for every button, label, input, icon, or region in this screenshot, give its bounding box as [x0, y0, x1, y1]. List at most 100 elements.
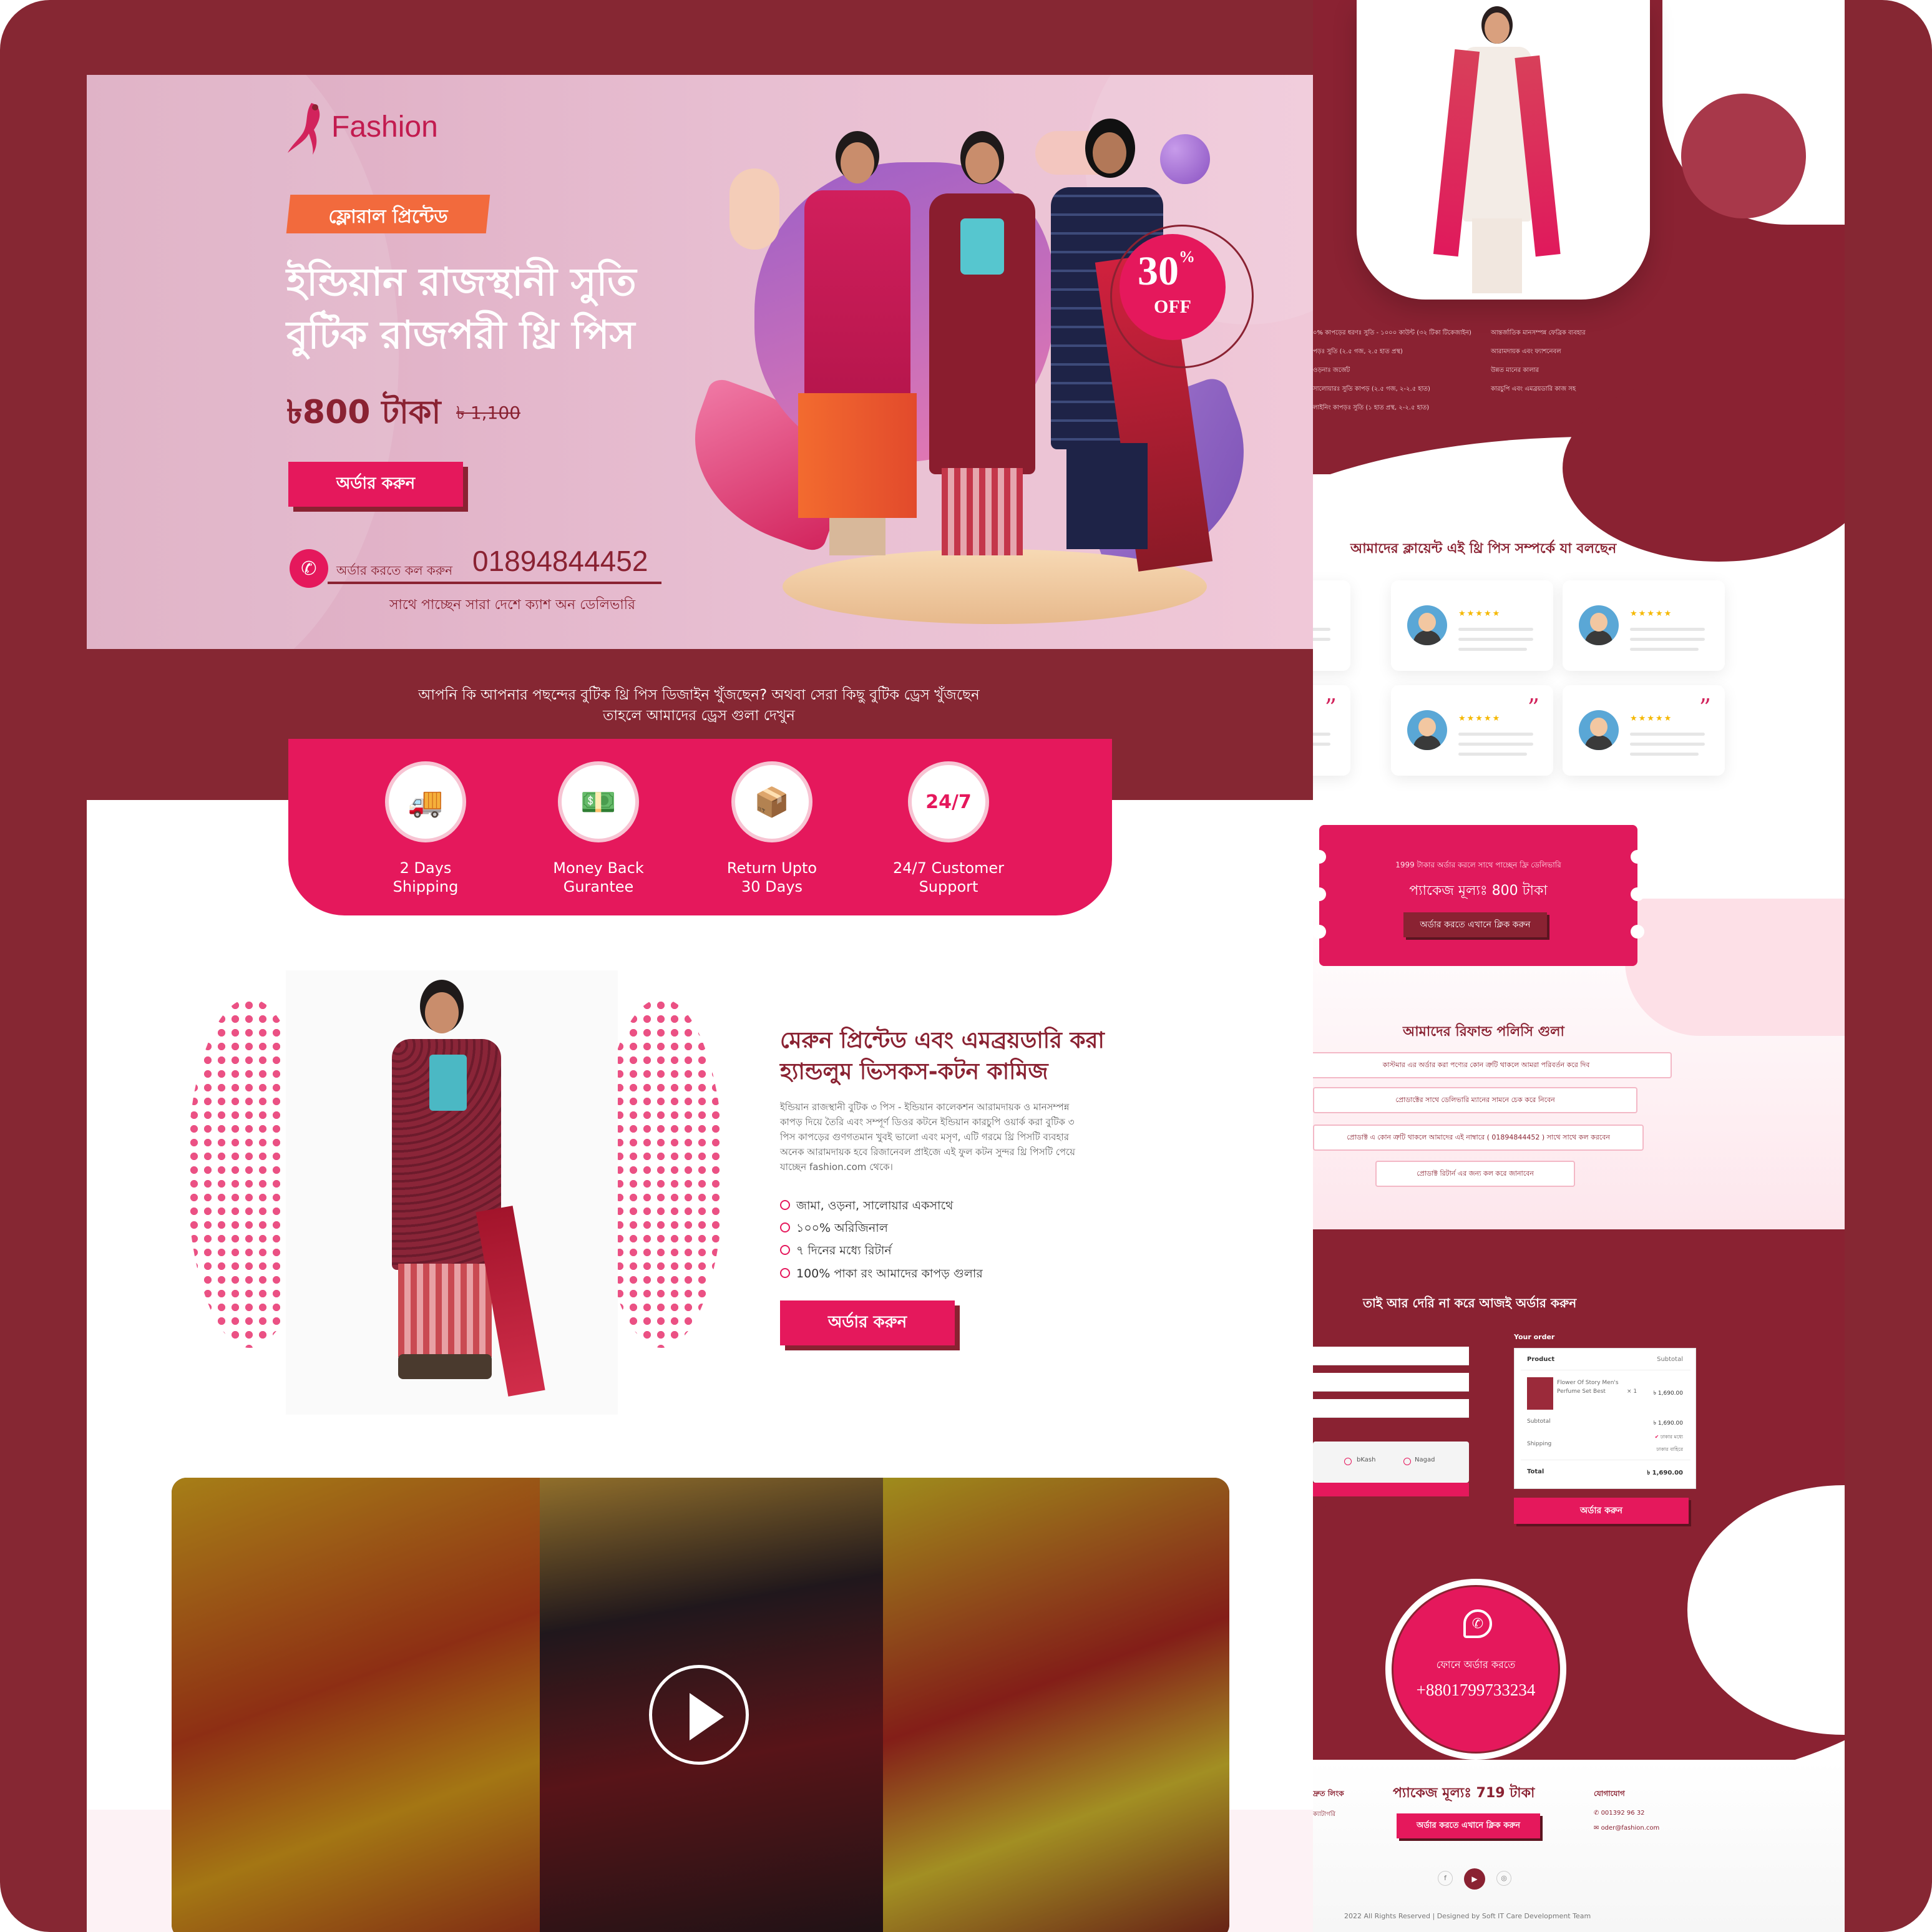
discount-off: OFF: [1154, 296, 1191, 317]
pay-nagad-label: Nagad: [1415, 1456, 1435, 1463]
check-icon: ✔: [1654, 1434, 1661, 1440]
hero-price: ৳800 টাকা: [286, 394, 441, 431]
item-price: ৳ 1,690.00: [1653, 1390, 1683, 1397]
feature-label-3: Return Upto 30 Days: [726, 859, 817, 895]
check-item-1: জামা, ওড়না, সালোয়ার একসাথে: [780, 1197, 953, 1217]
radio-bkash[interactable]: [1344, 1458, 1352, 1465]
feature-label-4: 24/7 Customer Support: [892, 859, 1005, 895]
reviews-title: আমাদের ক্লায়েন্ট এই থ্রি পিস সম্পর্কে য…: [1350, 541, 1617, 557]
right-preview-panel: ০% কাপড়ের ধরণঃ সুতি - ১০০০ কাউন্ট (৩২ ট…: [1313, 0, 1845, 1932]
mail-icon: ✉: [1594, 1825, 1601, 1832]
social-facebook-icon[interactable]: f: [1438, 1871, 1453, 1886]
footer-order-button[interactable]: অর্ডার করতে এখানে ক্লিক করুন: [1397, 1813, 1540, 1838]
footer-price: প্যাকেজ মূল্যঃ 719 টাকা: [1393, 1785, 1535, 1801]
call-underline: [328, 582, 661, 584]
play-button-icon[interactable]: [649, 1665, 749, 1765]
product-desc-line1: ইন্ডিয়ান রাজস্থানী বুটিক ৩ পিস - ইন্ডিয…: [780, 1101, 1070, 1113]
return-box-icon: 📦: [731, 761, 812, 842]
quote-icon: ”: [1699, 694, 1711, 721]
col-product: Product: [1527, 1356, 1555, 1363]
product-image: [286, 970, 618, 1415]
logo-text: Fashion: [331, 110, 438, 144]
avatar: [1407, 605, 1447, 645]
right-product-image: [1357, 0, 1650, 300]
billing-field-phone[interactable]: [1313, 1399, 1469, 1418]
product-desc-line5: যাচ্ছেন fashion.com থেকে।: [780, 1161, 893, 1173]
features-strip: 🚚 2 Days Shipping 💵 Money Back Gurantee …: [288, 739, 1112, 915]
spec-left-3: ওড়নাঃ জর্জেট: [1313, 367, 1350, 374]
spec-right-4: কারচুপি এবং এমব্রয়ডারি কাজ সহ: [1491, 386, 1576, 393]
policy-item: প্রোডাক্ট রিটার্ন এর জন্য কল করে জানাবেন: [1375, 1161, 1575, 1187]
hero-phone[interactable]: 01894844452: [472, 544, 648, 578]
order-summary-table: Product Subtotal Flower Of Story Men's P…: [1514, 1348, 1696, 1489]
review-card: ”★★★★★: [1391, 685, 1553, 776]
product-order-button[interactable]: অর্ডার করুন: [780, 1300, 955, 1345]
col-subtotal: Subtotal: [1657, 1356, 1683, 1363]
hero-order-button[interactable]: অর্ডার করুন: [288, 462, 463, 507]
social-youtube-icon[interactable]: ▶: [1464, 1868, 1485, 1890]
check-circle-icon: [780, 1244, 790, 1255]
call-number: +8801799733234: [1416, 1681, 1536, 1699]
logo-dancer-icon: [288, 103, 320, 155]
product-desc-line2: কাপড় দিয়ে তৈরি এবং সম্পূর্ণ ডিওর কটনে …: [780, 1116, 1075, 1128]
contact-phone[interactable]: ✆ 001392 96 32: [1594, 1810, 1645, 1817]
quote-icon: ”: [1324, 694, 1337, 721]
footer-link-sub[interactable]: ক্যাটাগরি: [1313, 1810, 1335, 1820]
right-top-pink-circle: [1681, 94, 1806, 218]
copyright: 2022 All Rights Reserved | Designed by S…: [1344, 1912, 1591, 1920]
billing-field-address[interactable]: [1313, 1373, 1469, 1392]
coupon-price: প্যাকেজ মূল্যঃ 800 টাকা: [1409, 883, 1548, 899]
logo[interactable]: Fashion: [286, 100, 461, 156]
contact-email[interactable]: ✉ oder@fashion.com: [1594, 1825, 1659, 1832]
radio-nagad[interactable]: [1403, 1458, 1411, 1465]
call-text: ফোনে অর্ডার করতে: [1436, 1659, 1516, 1671]
subtotal-value: ৳ 1,690.00: [1653, 1420, 1683, 1427]
check-item-3: ৭ দিনের মধ্যে রিটার্ন: [780, 1242, 892, 1262]
call-circle[interactable]: ✆ ফোনে অর্ডার করতে +8801799733234: [1392, 1585, 1560, 1754]
policy-pink-shape: [1625, 899, 1845, 1036]
spec-left-4: সালোয়ারঃ সুতি কাপড় (২.৫ গজ, ২-২.৫ হাত): [1313, 386, 1430, 393]
viber-icon: ✆: [1463, 1609, 1492, 1638]
place-order-button[interactable]: অর্ডার করুন: [1514, 1498, 1689, 1524]
payment-bar: [1313, 1483, 1469, 1496]
halftone-right: [599, 998, 724, 1348]
coupon-card: 1999 টাকার অর্ডার করলে সাথে পাচ্ছেন ফ্রি…: [1313, 825, 1644, 966]
shipping-label: Shipping: [1527, 1441, 1552, 1447]
order-title: তাই আর দেরি না করে আজই অর্ডার করুন: [1363, 1295, 1577, 1310]
money-back-icon: 💵: [558, 761, 639, 842]
footer-link-col: দ্রুত লিংক: [1313, 1789, 1344, 1798]
spec-left-2: পড়ঃ সুতি (২.৫ গজ, ২.৫ হাত প্রস্থ): [1313, 348, 1403, 355]
shipping-option-1[interactable]: ✔ ঢাকার মধ্যে: [1655, 1433, 1683, 1442]
policy-item: প্রোডাক্টের সাথে ডেলিভারি ম্যানের সামনে …: [1313, 1087, 1637, 1113]
social-instagram-icon[interactable]: ◎: [1496, 1871, 1511, 1886]
video-gallery[interactable]: [172, 1478, 1229, 1932]
spec-left-1: ০% কাপড়ের ধরণঃ সুতি - ১০০০ কাউন্ট (৩২ ট…: [1313, 329, 1471, 336]
avatar: [1579, 605, 1619, 645]
call-label: অর্ডার করতে কল করুন: [336, 563, 453, 578]
total-label: Total: [1527, 1468, 1544, 1475]
product-title-line2: হ্যান্ডলুম ভিসকস-কটন কামিজ: [780, 1059, 1048, 1085]
discount-number: 30%: [1138, 248, 1195, 294]
total-value: ৳ 1,690.00: [1647, 1470, 1683, 1476]
spec-right-2: আরামদায়ক এবং ফ্যাশনেবল: [1491, 348, 1561, 355]
check-circle-icon: [780, 1267, 790, 1278]
review-card: ★★★★★: [1313, 580, 1350, 671]
review-card: ★★★★★: [1391, 580, 1553, 671]
intro-line2: তাহলে আমাদের ড্রেস গুলা দেখুন: [603, 708, 795, 724]
delivery-note: সাথে পাচ্ছেন সারা দেশে ক্যাশ অন ডেলিভারি: [389, 597, 636, 613]
shipping-option-2[interactable]: ঢাকার বাহিরে: [1656, 1446, 1683, 1454]
deco-pill-2: [729, 168, 779, 250]
phone-icon: ✆: [1594, 1810, 1601, 1817]
billing-field-name[interactable]: [1313, 1347, 1469, 1365]
phone-bubble-icon: ✆: [290, 549, 328, 588]
subtotal-label: Subtotal: [1527, 1418, 1551, 1425]
product-desc: ইন্ডিয়ান রাজস্থানী বুটিক ৩ পিস - ইন্ডিয…: [780, 1100, 1105, 1174]
coupon-button[interactable]: অর্ডার করতে এখানে ক্লিক করুন: [1403, 912, 1547, 937]
hero-title-line2: বুটিক রাজপরী থ্রি পিস: [286, 312, 635, 358]
feature-label-1: 2 Days Shipping: [393, 859, 459, 895]
review-card: ★★★★★: [1563, 580, 1725, 671]
check-circle-icon: [780, 1222, 790, 1232]
check-item-2: ১০০% অরিজিনাল: [780, 1219, 888, 1239]
item-qty: × 1: [1627, 1388, 1637, 1395]
hero-tag-text: ফ্লোরাল প্রিন্টেড: [328, 206, 448, 228]
